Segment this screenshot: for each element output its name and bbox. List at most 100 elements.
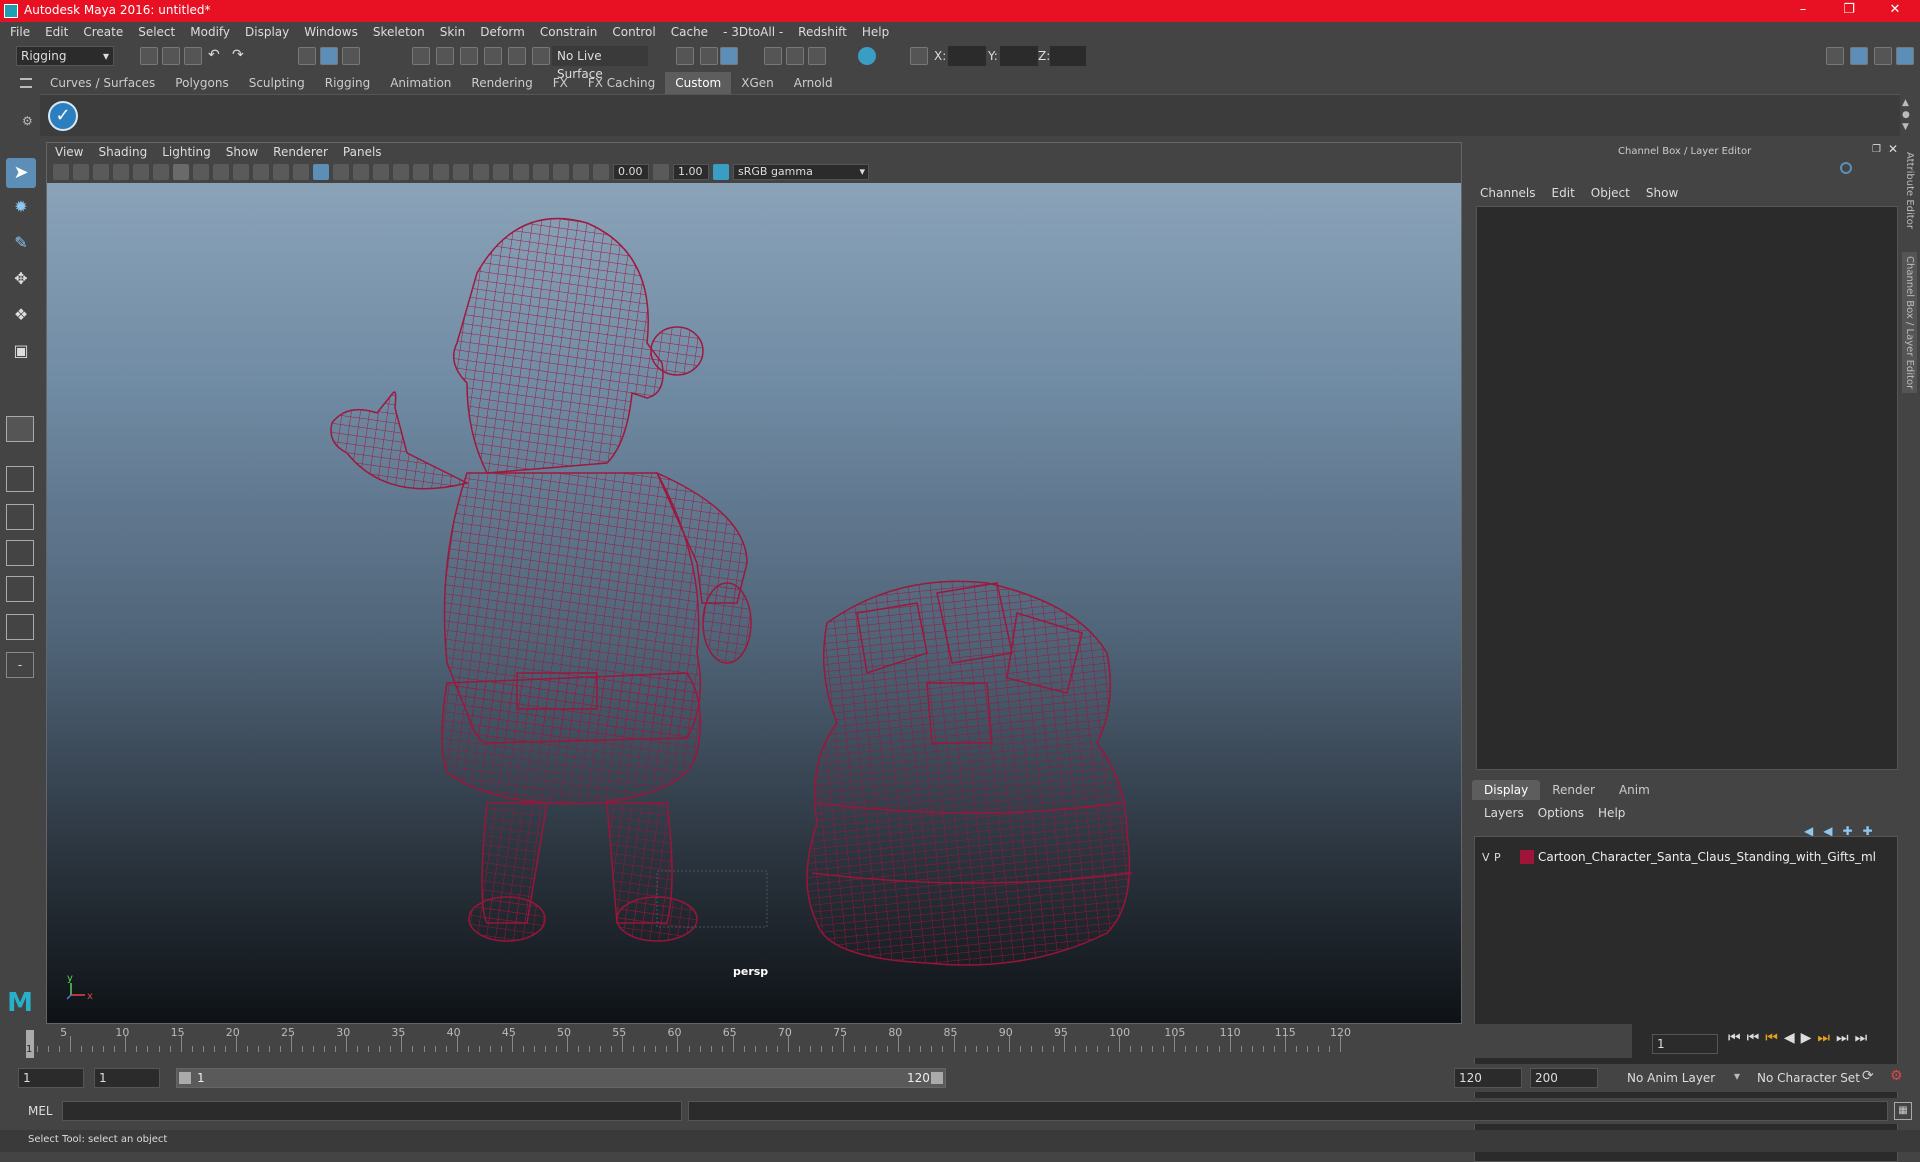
2d-pan-zoom-icon[interactable] — [133, 164, 149, 180]
anti-aliasing-icon[interactable] — [473, 164, 489, 180]
render-current-icon[interactable] — [700, 47, 718, 65]
graph-persp-layout-icon[interactable] — [6, 614, 34, 640]
menu-file[interactable]: File — [10, 25, 30, 39]
screen-space-ao-icon[interactable] — [433, 164, 449, 180]
more-layouts-icon[interactable]: - — [6, 652, 34, 678]
field-chart-icon[interactable] — [253, 164, 269, 180]
gamma-field[interactable]: 1.00 — [673, 164, 709, 180]
current-frame-field[interactable]: 1 — [1652, 1034, 1718, 1054]
play-forward-icon[interactable]: ▶ — [1801, 1030, 1812, 1046]
viewport-menu-shading[interactable]: Shading — [98, 145, 147, 159]
rotate-tool-icon[interactable]: ❖ — [6, 300, 36, 330]
menu-help[interactable]: Help — [862, 25, 889, 39]
viewport-menu-show[interactable]: Show — [226, 145, 258, 159]
shelf-scroll-icon[interactable]: ▲ ● ▼ — [1902, 97, 1910, 133]
animation-preferences-icon[interactable]: ⚙ — [1890, 1068, 1903, 1084]
exposure-field[interactable]: 0.00 — [613, 164, 649, 180]
step-back-icon[interactable]: ⏮ — [1747, 1030, 1760, 1046]
channel-box-layer-editor-tab[interactable]: Channel Box / Layer Editor — [1902, 252, 1917, 394]
menu-set-dropdown[interactable]: Rigging ▾ — [16, 46, 114, 66]
animation-start-field[interactable]: 1 — [18, 1068, 84, 1088]
paint-select-tool-icon[interactable]: ✎ — [6, 228, 36, 258]
open-scene-icon[interactable] — [162, 47, 180, 65]
snap-view-icon[interactable] — [484, 47, 502, 65]
select-hierarchy-icon[interactable] — [298, 47, 316, 65]
redo-icon[interactable]: ↷ — [232, 47, 244, 63]
layer-tab-anim[interactable]: Anim — [1607, 780, 1662, 800]
step-forward-icon[interactable]: ⏭ — [1836, 1030, 1849, 1046]
wireframe-icon[interactable] — [313, 164, 329, 180]
shelf-menu-icon[interactable] — [20, 78, 32, 88]
image-plane-icon[interactable] — [113, 164, 129, 180]
layer-menu-layers[interactable]: Layers — [1484, 806, 1524, 820]
xray-components-icon[interactable] — [573, 164, 589, 180]
snap-curve-icon[interactable] — [436, 47, 454, 65]
shadows-icon[interactable] — [413, 164, 429, 180]
layer-playback-toggle[interactable]: P — [1494, 851, 1510, 864]
command-input[interactable] — [62, 1101, 682, 1121]
smooth-shade-icon[interactable] — [333, 164, 349, 180]
viewport-menu-renderer[interactable]: Renderer — [273, 145, 328, 159]
render-view-icon[interactable] — [808, 47, 826, 65]
new-scene-icon[interactable] — [140, 47, 158, 65]
motion-blur-icon[interactable] — [453, 164, 469, 180]
layer-tab-render[interactable]: Render — [1540, 780, 1607, 800]
menu-cache[interactable]: Cache — [671, 25, 708, 39]
gate-mask-icon[interactable] — [233, 164, 249, 180]
modeling-toolkit-icon[interactable] — [1826, 47, 1844, 65]
grid-icon[interactable] — [173, 164, 189, 180]
restore-icon[interactable]: ❐ — [1826, 0, 1872, 22]
move-tool-icon[interactable]: ✥ — [6, 264, 36, 294]
chevron-down-icon[interactable]: ▾ — [1734, 1069, 1740, 1083]
channel-box-menu-edit[interactable]: Edit — [1552, 186, 1575, 200]
bookmarks-icon[interactable] — [93, 164, 109, 180]
menu-edit[interactable]: Edit — [45, 25, 68, 39]
four-view-layout-icon[interactable] — [6, 466, 34, 492]
menu-create[interactable]: Create — [83, 25, 123, 39]
textured-icon[interactable] — [373, 164, 389, 180]
3d-scene-view[interactable]: y x persp — [47, 183, 1461, 1023]
safe-title-icon[interactable] — [293, 164, 309, 180]
y-field[interactable] — [1000, 46, 1038, 66]
view-transform-dropdown[interactable]: sRGB gamma ▾ — [733, 164, 869, 180]
viewport-menu-view[interactable]: View — [55, 145, 83, 159]
range-slider[interactable]: 1 120 — [176, 1068, 946, 1088]
z-field[interactable] — [1050, 46, 1086, 66]
step-forward-key-icon[interactable]: ⏭ — [1817, 1030, 1830, 1046]
snap-point-icon[interactable] — [460, 47, 478, 65]
menu-control[interactable]: Control — [612, 25, 655, 39]
menu-skeleton[interactable]: Skeleton — [373, 25, 425, 39]
persp-graph-layout-icon[interactable] — [6, 540, 34, 566]
viewport-menu-lighting[interactable]: Lighting — [162, 145, 211, 159]
range-end-handle[interactable] — [931, 1072, 943, 1084]
xray-icon[interactable] — [533, 164, 549, 180]
layer-visibility-toggle[interactable]: V — [1482, 851, 1494, 864]
shelf-tab-fx-caching[interactable]: FX Caching — [578, 72, 665, 94]
shelf-tab-curves-surfaces[interactable]: Curves / Surfaces — [40, 72, 165, 94]
select-tool-icon[interactable]: ➤ — [6, 158, 36, 188]
shelf-tab-polygons[interactable]: Polygons — [165, 72, 238, 94]
save-scene-icon[interactable] — [184, 47, 202, 65]
playback-start-field[interactable]: 1 — [94, 1068, 160, 1088]
film-gate-icon[interactable] — [193, 164, 209, 180]
ipr-render-icon[interactable] — [720, 47, 738, 65]
playback-end-field[interactable]: 120 — [1454, 1068, 1522, 1088]
single-perspective-layout-icon[interactable] — [6, 416, 34, 442]
absolute-transform-icon[interactable] — [910, 47, 928, 65]
script-editor-icon[interactable]: ▦ — [1894, 1102, 1912, 1120]
hypershade-icon[interactable] — [786, 47, 804, 65]
animation-end-field[interactable]: 200 — [1530, 1068, 1598, 1088]
render-settings-icon[interactable] — [764, 47, 782, 65]
menu-deform[interactable]: Deform — [480, 25, 525, 39]
snap-grid-icon[interactable] — [412, 47, 430, 65]
tool-settings-toggle-icon[interactable] — [1874, 47, 1892, 65]
viewport-menu-panels[interactable]: Panels — [343, 145, 382, 159]
manipulator-icon[interactable] — [1840, 162, 1852, 174]
shelf-tab-animation[interactable]: Animation — [380, 72, 461, 94]
channel-box-menu-show[interactable]: Show — [1646, 186, 1678, 200]
shelf-tab-sculpting[interactable]: Sculpting — [239, 72, 315, 94]
live-surface-field[interactable]: No Live Surface — [552, 46, 648, 81]
go-to-start-icon[interactable]: ⏮ — [1728, 1030, 1741, 1046]
layer-row[interactable]: V P Cartoon_Character_Santa_Claus_Standi… — [1474, 846, 1898, 868]
custom-checkmark-icon[interactable]: ✓ — [48, 101, 78, 131]
